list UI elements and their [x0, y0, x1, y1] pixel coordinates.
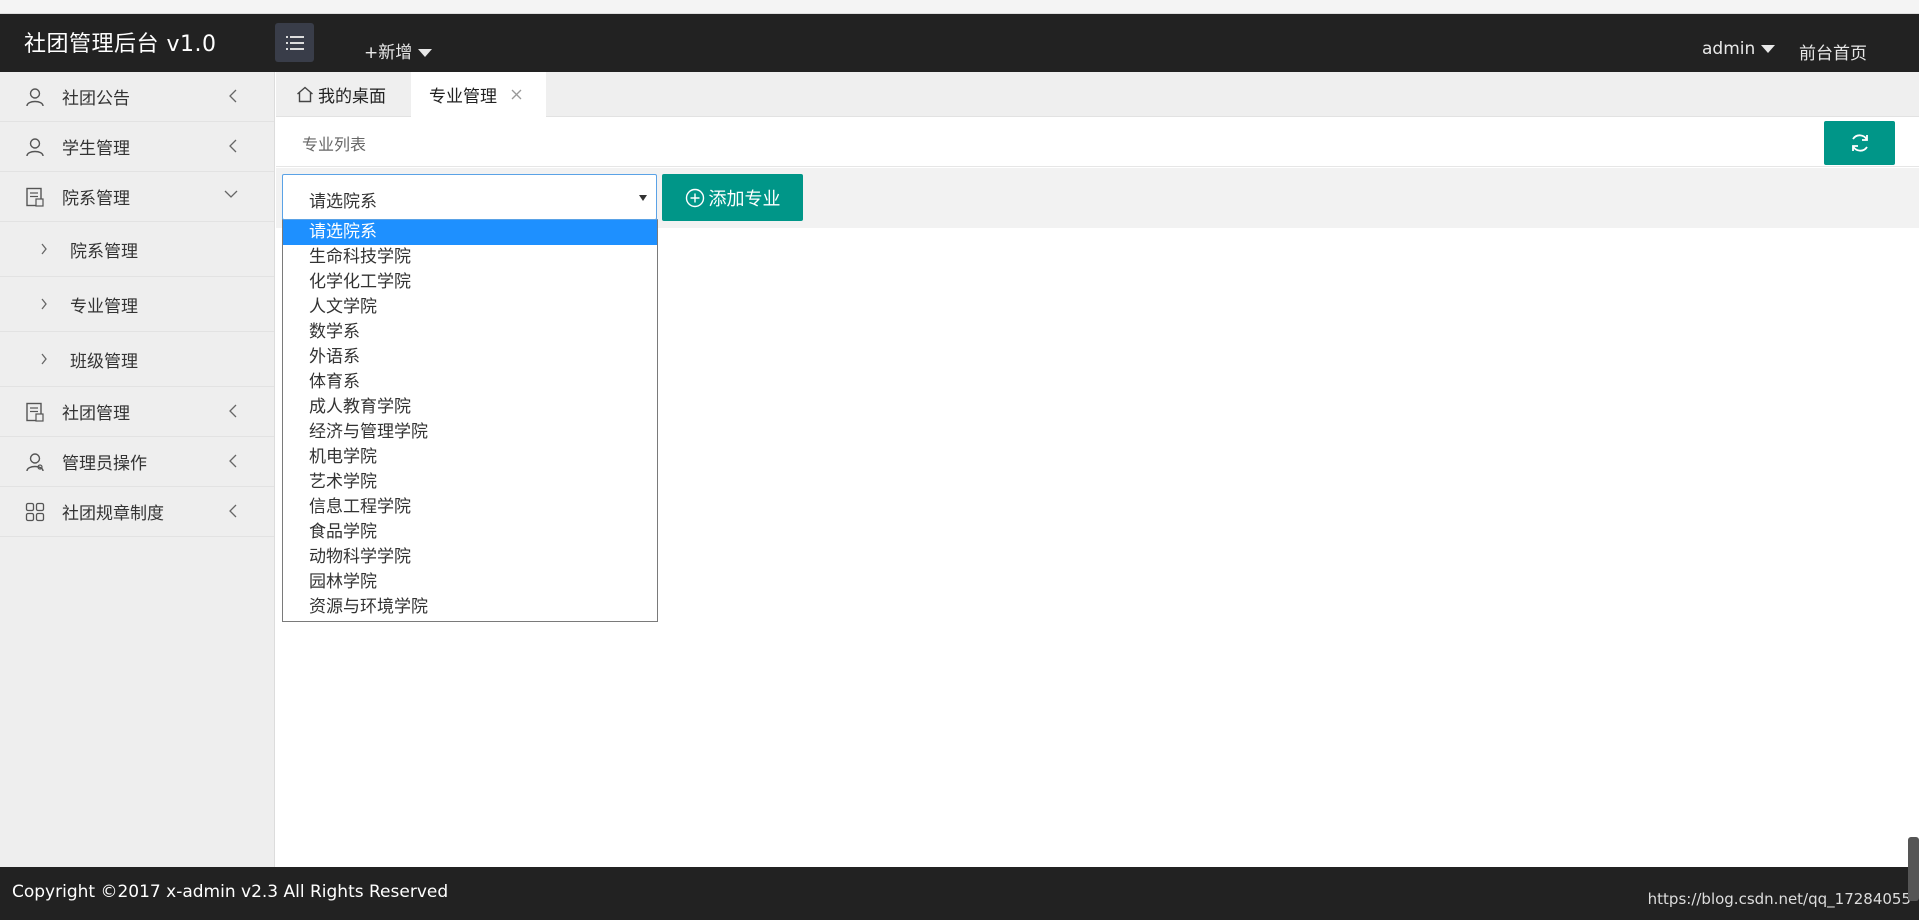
- dropdown-option[interactable]: 人文学院: [283, 295, 657, 320]
- refresh-button[interactable]: [1824, 121, 1895, 165]
- dropdown-option[interactable]: 生命科技学院: [283, 245, 657, 270]
- sidebar-item-announcements[interactable]: 社团公告: [0, 72, 274, 122]
- dropdown-option[interactable]: 机电学院: [283, 445, 657, 470]
- document-icon: [24, 186, 46, 208]
- app-logo[interactable]: 社团管理后台 v1.0: [24, 26, 217, 58]
- tab-bar: 我的桌面 专业管理: [276, 72, 1919, 117]
- chevron-left-icon: [229, 89, 237, 103]
- watermark-text: https://blog.csdn.net/qq_17284055: [1647, 890, 1911, 908]
- sidebar-subitem-major-management[interactable]: 专业管理: [0, 277, 274, 332]
- user-menu[interactable]: admin: [1702, 39, 1776, 59]
- chevron-left-icon: [229, 404, 237, 418]
- dropdown-option[interactable]: 艺术学院: [283, 470, 657, 495]
- chevron-right-icon: [41, 298, 47, 310]
- dropdown-option[interactable]: 外语系: [283, 345, 657, 370]
- sidebar-item-admin-operations[interactable]: 管理员操作: [0, 437, 274, 487]
- caret-down-icon: [639, 195, 647, 201]
- department-select-value: 请选院系: [309, 192, 377, 212]
- document-icon: [24, 401, 46, 423]
- sidebar-item-label: 学生管理: [62, 139, 130, 159]
- plus-circle-icon: [685, 188, 705, 208]
- chevron-left-icon: [229, 139, 237, 153]
- dropdown-option[interactable]: 资源与环境学院: [283, 595, 657, 620]
- dropdown-option[interactable]: 化学化工学院: [283, 270, 657, 295]
- breadcrumb: 专业列表: [302, 135, 367, 154]
- department-select[interactable]: 请选院系: [282, 174, 657, 220]
- sidebar-item-label: 管理员操作: [62, 454, 147, 474]
- dropdown-option[interactable]: 成人教育学院: [283, 395, 657, 420]
- department-dropdown-list: 请选院系 生命科技学院 化学化工学院 人文学院 数学系 外语系 体育系 成人教育学院 经济与管理…: [282, 219, 658, 622]
- menu-icon: [285, 35, 304, 50]
- user-icon: [24, 86, 46, 108]
- chevron-right-icon: [41, 243, 47, 255]
- tab-my-desktop[interactable]: 我的桌面: [276, 72, 411, 117]
- copyright-text: Copyright ©2017 x-admin v2.3 All Rights …: [12, 882, 449, 902]
- sidebar-subitem-department-management[interactable]: 院系管理: [0, 222, 274, 277]
- add-major-label: 添加专业: [708, 188, 781, 210]
- refresh-icon: [1851, 134, 1868, 152]
- dropdown-option[interactable]: 动物科学学院: [283, 545, 657, 570]
- chevron-left-icon: [229, 454, 237, 468]
- footer: Copyright ©2017 x-admin v2.3 All Rights …: [0, 867, 1919, 920]
- sidebar-subitem-label: 专业管理: [70, 296, 138, 317]
- sidebar-item-students[interactable]: 学生管理: [0, 122, 274, 172]
- sidebar-item-label: 社团管理: [62, 404, 130, 424]
- add-new-label: +新增: [364, 43, 413, 63]
- sidebar-item-label: 院系管理: [62, 189, 130, 209]
- browser-bookmark-strip: [0, 0, 1919, 14]
- user-name: admin: [1702, 39, 1756, 59]
- caret-down-icon: [418, 49, 433, 57]
- add-major-button[interactable]: 添加专业: [662, 174, 803, 221]
- app-root: 社团管理后台 v1.0 +新增 admin 前台首页 社团公告 学生管理 院系管…: [0, 0, 1919, 920]
- sidebar-item-departments[interactable]: 院系管理: [0, 172, 274, 222]
- tab-label: 专业管理: [429, 87, 497, 107]
- top-header: 社团管理后台 v1.0 +新增 admin 前台首页: [0, 14, 1919, 72]
- scrollbar-thumb[interactable]: [1908, 837, 1919, 901]
- dropdown-option[interactable]: 食品学院: [283, 520, 657, 545]
- grid-icon: [24, 501, 46, 523]
- dropdown-option[interactable]: 体育系: [283, 370, 657, 395]
- chevron-left-icon: [229, 504, 237, 518]
- sidebar-item-clubs[interactable]: 社团管理: [0, 387, 274, 437]
- dropdown-option[interactable]: 经济与管理学院: [283, 420, 657, 445]
- breadcrumb-bar: 专业列表: [276, 117, 1919, 167]
- dropdown-option[interactable]: 请选院系: [283, 220, 657, 245]
- sidebar-subitem-label: 院系管理: [70, 241, 138, 262]
- sidebar-item-club-rules[interactable]: 社团规章制度: [0, 487, 274, 537]
- sidebar-item-label: 社团公告: [62, 89, 130, 109]
- close-icon[interactable]: [511, 89, 522, 100]
- sidebar-subitem-class-management[interactable]: 班级管理: [0, 332, 274, 387]
- dropdown-option[interactable]: 园林学院: [283, 570, 657, 595]
- chevron-down-icon: [224, 190, 238, 198]
- caret-down-icon: [1761, 45, 1776, 53]
- chevron-right-icon: [41, 353, 47, 365]
- tab-major-management[interactable]: 专业管理: [411, 72, 546, 117]
- sidebar-item-label: 社团规章制度: [62, 504, 164, 524]
- front-home-link[interactable]: 前台首页: [1799, 39, 1867, 64]
- sidebar-subitem-label: 班级管理: [70, 351, 138, 372]
- menu-toggle-button[interactable]: [275, 23, 314, 62]
- admin-user-icon: [24, 451, 46, 473]
- user-icon: [24, 136, 46, 158]
- home-icon: [297, 86, 313, 103]
- tab-label: 我的桌面: [318, 87, 386, 107]
- dropdown-option[interactable]: 数学系: [283, 320, 657, 345]
- dropdown-option[interactable]: 信息工程学院: [283, 495, 657, 520]
- sidebar: 社团公告 学生管理 院系管理 院系管理 专业管理 班级管理 社团管理 管理员操作…: [0, 72, 275, 867]
- add-new-menu[interactable]: +新增: [364, 38, 433, 63]
